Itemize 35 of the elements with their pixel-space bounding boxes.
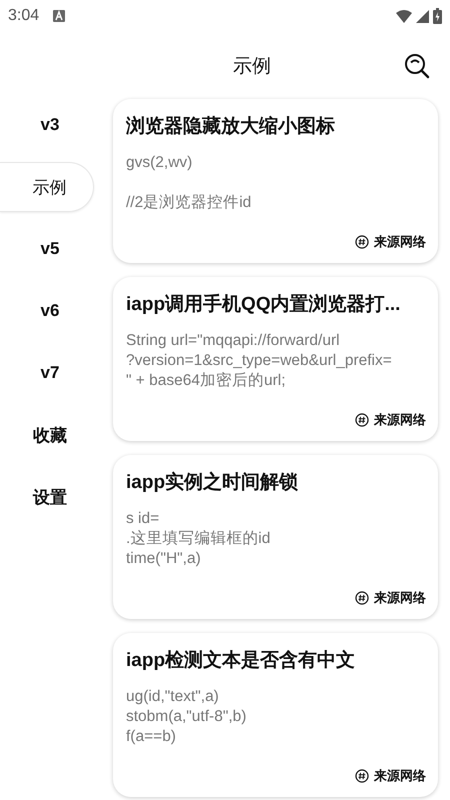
source-label: 来源网络 <box>374 767 426 785</box>
search-icon[interactable] <box>404 52 430 78</box>
sidebar-item[interactable]: 收藏 <box>0 417 100 453</box>
wifi-icon <box>396 10 412 22</box>
signal-icon <box>416 10 429 22</box>
page-title: 示例 <box>232 54 272 78</box>
hashtag-icon <box>355 413 369 427</box>
card-title: 浏览器隐藏放大缩小图标 <box>126 114 336 139</box>
sidebar-item[interactable]: v5 <box>0 231 100 267</box>
snippet-card[interactable]: 浏览器隐藏放大缩小图标 gvs(2,wv) //2是浏览器控件id 来源网络 <box>113 99 438 263</box>
sidebar-item[interactable]: v7 <box>0 355 100 391</box>
battery-icon <box>433 8 442 24</box>
code-snippet: ug(id,"text",a) stobm(a,"utf-8",b) f(a==b) <box>126 687 248 747</box>
hashtag-icon <box>355 769 369 783</box>
code-snippet: //2是浏览器控件id <box>126 193 252 213</box>
hashtag-icon <box>355 235 369 249</box>
hashtag-icon <box>355 591 369 605</box>
snippet-card[interactable]: iapp实例之时间解锁 s id= .这里填写编辑框的id time("H",a) 来源网络 <box>113 455 438 619</box>
sidebar-item[interactable]: 设置 <box>0 479 100 515</box>
sidebar-item[interactable]: v3 <box>0 107 100 143</box>
code-snippet: s id= .这里填写编辑框的id time("H",a) <box>126 509 272 569</box>
code-snippet: String url="mqqapi://forward/url ?version=1&src_type=web&url_prefix= " + base64加密后的url; <box>126 331 393 391</box>
card-title: iapp调用手机QQ内置浏览器打... <box>126 292 402 317</box>
sidebar-item[interactable]: 示例 <box>0 162 94 212</box>
source-label: 来源网络 <box>374 411 426 429</box>
source-label: 来源网络 <box>374 233 426 251</box>
snippet-card[interactable]: iapp调用手机QQ内置浏览器打... String url="mqqapi://forward/url ?version=1&src_type=web&url_prefix= " + base64加密后的url; 来源网络 <box>113 277 438 441</box>
source-label: 来源网络 <box>374 589 426 607</box>
snippet-card[interactable]: iapp检测文本是否含有中文 ug(id,"text",a) stobm(a,"utf-8",b) f(a==b) 来源网络 <box>113 633 438 797</box>
keyboard-icon <box>53 10 66 22</box>
card-title: iapp检测文本是否含有中文 <box>126 648 356 673</box>
card-title: iapp实例之时间解锁 <box>126 470 300 495</box>
code-snippet: gvs(2,wv) <box>126 153 194 173</box>
sidebar-item[interactable]: v6 <box>0 293 100 329</box>
status-time: 3:04 <box>8 7 40 25</box>
